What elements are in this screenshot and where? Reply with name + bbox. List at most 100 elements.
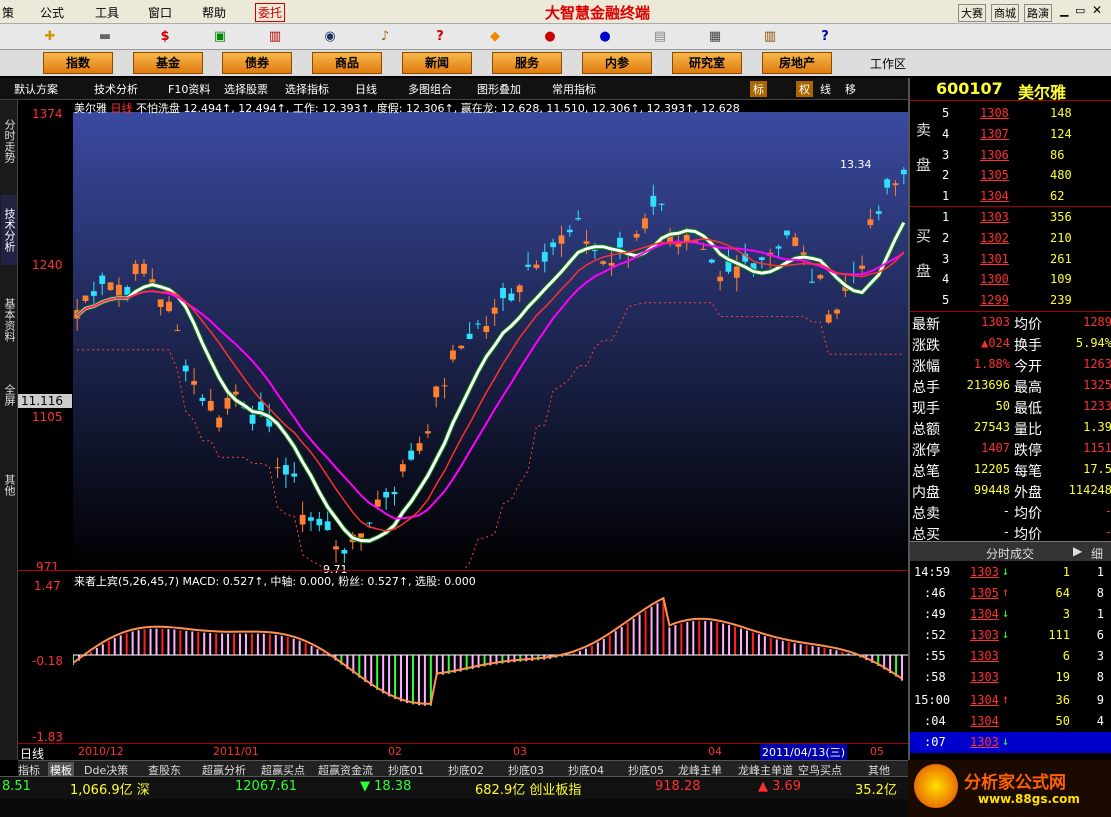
tab-news[interactable]: 新闻 — [402, 52, 472, 74]
menu-help[interactable]: 帮助 — [202, 4, 226, 21]
ticks-title: 分时成交 — [986, 547, 1035, 561]
bars-icon[interactable]: ▥ — [265, 27, 285, 47]
x-axis: 日线 2010/12 2011/01 02 03 04 2011/04/13(三… — [18, 743, 908, 761]
select-stock-button[interactable]: 选择股票 — [224, 81, 268, 97]
status-bar: 8.51 1,066.9亿 深 12067.61 ▼ 18.38 682.9亿 … — [0, 776, 908, 817]
sidebar-item-fullscreen[interactable]: 全屏 — [1, 375, 17, 415]
candle-body — [566, 229, 573, 233]
circle-red-icon[interactable]: ● — [540, 27, 560, 47]
scheme-select[interactable]: 默认方案 — [14, 81, 58, 97]
minimize-icon[interactable]: ▁ — [1060, 4, 1068, 17]
books-icon[interactable]: ▥ — [760, 27, 780, 47]
line-button[interactable]: 线 — [820, 81, 831, 97]
binoculars-icon[interactable]: ◉ — [320, 27, 340, 47]
buy-row[interactable]: 4 1300 109 — [910, 270, 1111, 291]
sell-row[interactable]: 3 1306 86 — [910, 146, 1111, 167]
sell-level: 3 — [942, 147, 950, 162]
link-roadshow[interactable]: 路演 — [1024, 4, 1052, 22]
briefcase-icon[interactable]: ▤ — [650, 27, 670, 47]
move-button[interactable]: 移 — [845, 81, 856, 97]
tick-row[interactable]: 15:00 1304 ↑ 36 9 — [910, 690, 1111, 711]
help-pointer-icon[interactable]: ? — [815, 27, 835, 47]
sell-row[interactable]: 5 1308 148 — [910, 104, 1111, 125]
multi-chart-select[interactable]: 多图组合 — [408, 81, 452, 97]
sidebar-item-other[interactable]: 其他 — [1, 465, 17, 505]
ma-line — [76, 221, 906, 543]
buy-row[interactable]: 1 1303 356 — [910, 208, 1111, 229]
dollar-icon[interactable]: $ — [155, 27, 175, 47]
toolbar: ✚ ▬ $ ▣ ▥ ◉ ♪ ? ◆ ● ● ▤ ▦ ▥ ? — [0, 24, 1111, 50]
tick-row[interactable]: :55 1303 6 3 — [910, 646, 1111, 667]
tick-row[interactable]: :46 1305 ↑ 64 8 — [910, 583, 1111, 604]
candle-body — [107, 282, 114, 290]
f10-button[interactable]: F10资料 — [168, 81, 210, 97]
tab-insider[interactable]: 内参 — [582, 52, 652, 74]
ruler-icon[interactable]: ▬ — [95, 27, 115, 47]
sidebar-item-basic[interactable]: 基本资料 — [1, 285, 17, 355]
common-indicator-select[interactable]: 常用指标 — [552, 81, 596, 97]
tab-fund[interactable]: 基金 — [133, 52, 203, 74]
sell-volume: 480 — [1050, 168, 1072, 183]
tab-research[interactable]: 研究室 — [672, 52, 742, 74]
sell-row[interactable]: 1 1304 62 — [910, 187, 1111, 208]
bell-icon[interactable]: ♪ — [375, 27, 395, 47]
sell-level: 5 — [942, 106, 950, 120]
tab-realestate[interactable]: 房地产 — [762, 52, 832, 74]
menu-tools[interactable]: 工具 — [95, 4, 119, 21]
link-dasai[interactable]: 大赛 — [958, 4, 986, 22]
sidebar-item-intraday[interactable]: 分时走势 — [1, 106, 17, 176]
sell-price: 1304 — [980, 189, 1009, 204]
candle-body — [500, 287, 506, 299]
tick-row[interactable]: :04 1304 50 4 — [910, 711, 1111, 732]
tick-row[interactable]: :58 1303 19 8 — [910, 667, 1111, 688]
tick-row[interactable]: 14:59 1303 ↓ 1 1 — [910, 562, 1111, 583]
menu-formula[interactable]: 公式 — [40, 4, 64, 21]
mark-button[interactable]: 标 — [750, 81, 767, 97]
candle-body — [859, 265, 865, 269]
tick-row[interactable]: :52 1303 ↓ 111 6 — [910, 625, 1111, 646]
window-icon[interactable]: ▦ — [705, 27, 725, 47]
period-select[interactable]: 日线 — [355, 81, 377, 97]
buy-row[interactable]: 5 1299 239 — [910, 291, 1111, 312]
stat-label: 总额 — [912, 422, 940, 438]
diamond-icon[interactable]: ◆ — [485, 27, 505, 47]
candle-body — [483, 325, 490, 333]
sidebar-item-tech[interactable]: 技术分析 — [1, 195, 17, 265]
weituo-button[interactable]: 委托 — [255, 3, 286, 22]
close-icon[interactable]: ✕ — [1092, 3, 1102, 17]
circle-blue-icon[interactable]: ● — [595, 27, 615, 47]
stat-value2: 1263 — [1083, 357, 1111, 371]
candle-body — [792, 237, 799, 246]
ticks-detail-button[interactable]: 细 — [1091, 545, 1103, 562]
stat-row: 总买 - 均价 - — [910, 522, 1111, 543]
tech-analysis-select[interactable]: 技术分析 — [94, 81, 138, 97]
workzone-label[interactable]: 工作区 — [870, 55, 906, 72]
buy-row[interactable]: 3 1301 261 — [910, 250, 1111, 271]
money-icon[interactable]: ▣ — [210, 27, 230, 47]
tab-index[interactable]: 指数 — [43, 52, 113, 74]
candle-body — [308, 517, 314, 521]
weight-button[interactable]: 权 — [796, 81, 813, 97]
sell-row[interactable]: 4 1307 124 — [910, 125, 1111, 146]
sell-row[interactable]: 2 1305 480 — [910, 166, 1111, 187]
buy-row[interactable]: 2 1302 210 — [910, 229, 1111, 250]
tick-row[interactable]: :07 1303 ↓ — [910, 732, 1111, 753]
tab-bond[interactable]: 债券 — [222, 52, 292, 74]
maximize-icon[interactable]: ▭ — [1075, 4, 1085, 17]
candle-body — [399, 464, 406, 472]
select-indicator-button[interactable]: 选择指标 — [285, 81, 329, 97]
ticks-play-icon[interactable]: ▶ — [1073, 544, 1082, 558]
candle-body — [90, 291, 97, 296]
overlay-select[interactable]: 图形叠加 — [477, 81, 521, 97]
menu-window[interactable]: 窗口 — [148, 4, 172, 21]
move-icon[interactable]: ✚ — [40, 27, 60, 47]
tab-service[interactable]: 服务 — [492, 52, 562, 74]
tick-row[interactable]: :49 1304 ↓ 3 1 — [910, 604, 1111, 625]
x-label-05: 05 — [870, 745, 884, 758]
link-shop[interactable]: 商城 — [991, 4, 1019, 22]
tab-commodity[interactable]: 商品 — [312, 52, 382, 74]
menu-ce[interactable]: 策 — [2, 4, 14, 21]
stock-code: 600107 — [936, 79, 1003, 98]
info-icon[interactable]: ? — [430, 27, 450, 47]
candle-body — [216, 417, 223, 428]
